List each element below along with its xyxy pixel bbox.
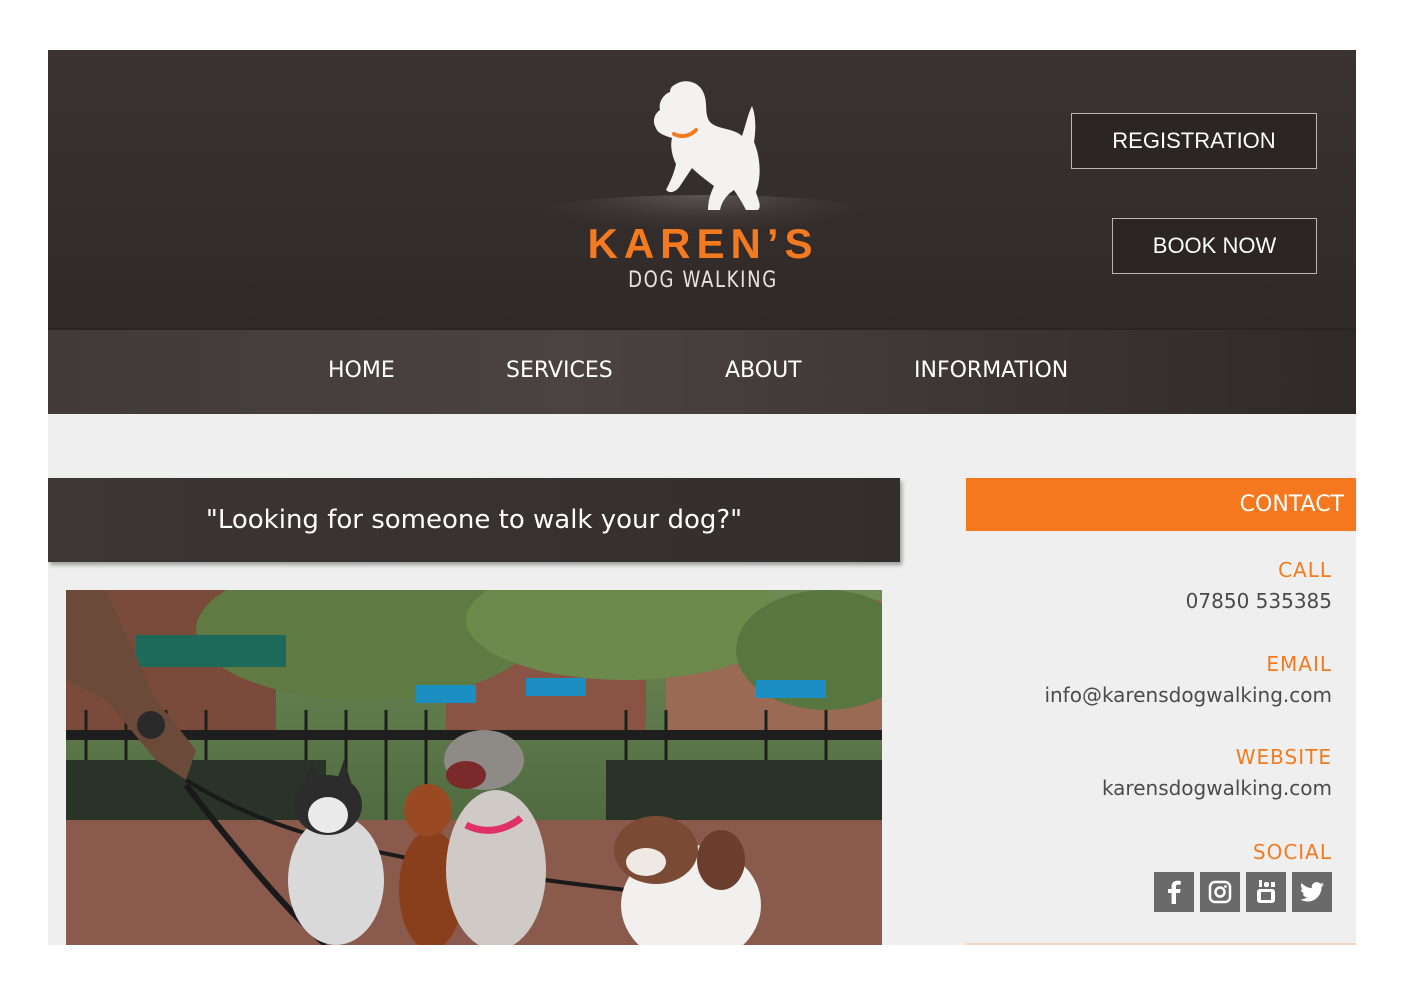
facebook-icon[interactable] <box>1154 872 1194 912</box>
site-logo[interactable]: KAREN’S DOG WALKING <box>538 70 868 310</box>
phone-number[interactable]: 07850 535385 <box>1186 589 1332 613</box>
nav-item-information[interactable]: INFORMATION <box>914 358 1068 383</box>
twitter-icon[interactable] <box>1292 872 1332 912</box>
instagram-icon[interactable] <box>1200 872 1240 912</box>
nav-item-home[interactable]: HOME <box>328 358 395 383</box>
brand-name: KAREN’S <box>587 220 819 267</box>
social-icons <box>1154 872 1332 912</box>
brand-subtitle: DOG WALKING <box>628 268 778 293</box>
registration-button[interactable]: REGISTRATION <box>1071 113 1317 169</box>
call-label: CALL <box>1278 558 1332 582</box>
website-link[interactable]: karensdogwalking.com <box>1102 776 1332 800</box>
dogs-photo-illustration <box>66 590 882 945</box>
contact-header: CONTACT <box>966 478 1356 531</box>
dogs-photo <box>66 590 882 945</box>
nav-item-about[interactable]: ABOUT <box>725 358 802 383</box>
contact-bottom-divider <box>966 943 1356 945</box>
book-now-button[interactable]: BOOK NOW <box>1112 218 1317 274</box>
nav-item-services[interactable]: SERVICES <box>506 358 613 383</box>
dog-silhouette-icon <box>653 81 760 211</box>
email-label: EMAIL <box>1266 652 1332 676</box>
site-header: KAREN’S DOG WALKING REGISTRATION BOOK NO… <box>48 50 1356 328</box>
page-frame: KAREN’S DOG WALKING REGISTRATION BOOK NO… <box>48 50 1356 945</box>
social-label: SOCIAL <box>1252 840 1332 864</box>
website-label: WEBSITE <box>1235 745 1332 769</box>
main-nav: HOME SERVICES ABOUT INFORMATION <box>48 328 1356 414</box>
tagline-banner: "Looking for someone to walk your dog?" <box>48 478 900 562</box>
youtube-icon[interactable] <box>1246 872 1286 912</box>
email-address[interactable]: info@karensdogwalking.com <box>1044 683 1332 707</box>
